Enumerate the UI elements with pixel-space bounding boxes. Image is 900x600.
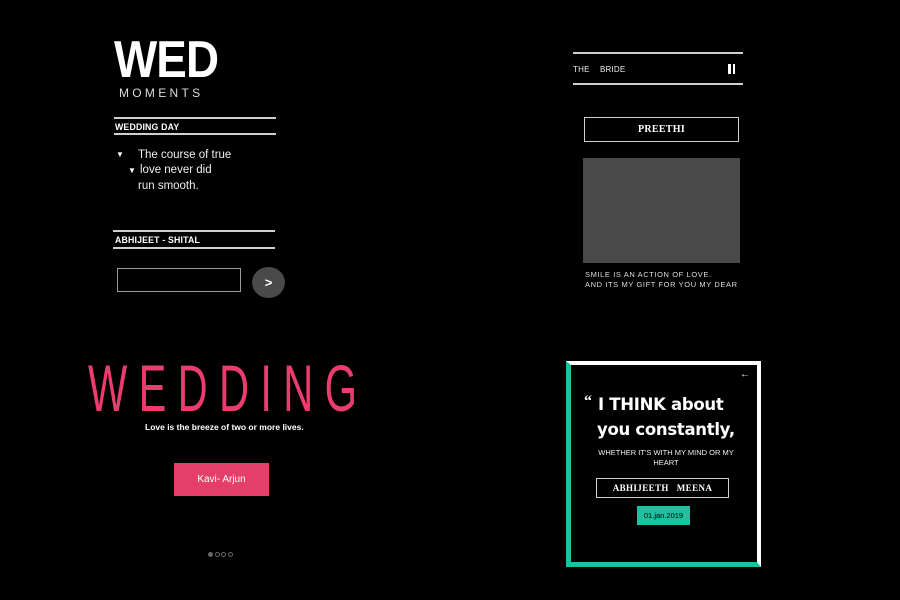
brand-logo-title: WED: [114, 31, 219, 89]
bride-caption-line: SMILE IS AN ACTION OF LOVE.: [585, 270, 712, 279]
submit-button[interactable]: >: [252, 267, 285, 298]
bride-caption-line: AND ITS MY GIFT FOR YOU MY DEAR: [585, 280, 738, 289]
carousel-dot[interactable]: [221, 552, 226, 557]
date-badge: 01.jan.2019: [637, 506, 690, 525]
divider: [114, 117, 276, 119]
carousel-indicator: [208, 552, 233, 557]
quote-line: The course of true: [138, 149, 232, 161]
couple-cta-button[interactable]: Kavi- Arjun: [174, 463, 269, 496]
arrow-left-icon[interactable]: ←: [740, 369, 750, 380]
quote-line: run smooth.: [138, 180, 199, 192]
wedding-day-label: WEDDING DAY: [115, 122, 180, 133]
triangle-down-icon: ▼: [116, 150, 124, 159]
carousel-dot[interactable]: [227, 552, 233, 557]
bar-label-bride: BRIDE: [600, 65, 626, 74]
hero-title: WEDDING: [88, 351, 369, 425]
bride-photo-placeholder: [583, 158, 740, 263]
pause-icon[interactable]: [728, 64, 736, 74]
couple-label: ABHIJEET - SHITAL: [115, 235, 201, 246]
card-headline-line-1: I THINK about: [598, 395, 724, 414]
divider: [113, 230, 275, 232]
divider: [573, 83, 743, 85]
divider: [114, 133, 276, 135]
bride-name-box[interactable]: PREETHI: [584, 117, 739, 142]
triangle-down-icon: ▼: [128, 166, 136, 175]
brand-logo-subtitle: MOMENTS: [119, 86, 204, 100]
divider: [573, 52, 743, 54]
card-headline-line-2: you constantly,: [597, 420, 735, 439]
divider: [113, 247, 275, 249]
card-couple-names: ABHIJEETH MEENA: [596, 478, 729, 498]
carousel-dot[interactable]: [214, 552, 220, 557]
chevron-right-icon: >: [264, 275, 273, 290]
quote-line: love never did: [140, 164, 212, 176]
card-subtext: WHETHER IT'S WITH MY MIND OR MY HEART: [598, 448, 734, 467]
quote-mark-icon: “: [584, 393, 592, 410]
carousel-dot[interactable]: [208, 552, 213, 557]
bar-label-the: THE: [573, 65, 590, 74]
hero-tagline: Love is the breeze of two or more lives.: [145, 422, 304, 432]
couple-text-input[interactable]: [117, 268, 241, 292]
